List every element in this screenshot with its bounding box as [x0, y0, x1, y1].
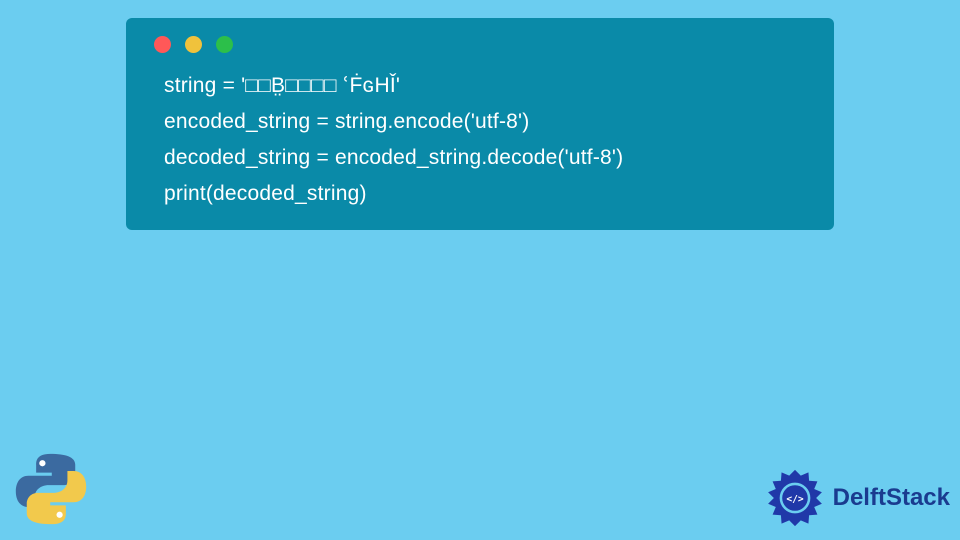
- python-logo-icon: [8, 446, 94, 532]
- code-line: decoded_string = encoded_string.decode('…: [164, 146, 806, 170]
- code-line: string = '□□B̤□□□□ ՙḞɢHǏ': [164, 73, 806, 98]
- delftstack-branding: </> DelftStack: [763, 466, 950, 530]
- delftstack-logo-icon: </>: [763, 466, 827, 530]
- window-traffic-lights: [154, 36, 806, 53]
- close-icon: [154, 36, 171, 53]
- code-line: encoded_string = string.encode('utf-8'): [164, 110, 806, 134]
- maximize-icon: [216, 36, 233, 53]
- code-line: print(decoded_string): [164, 182, 806, 206]
- brand-name: DelftStack: [833, 484, 950, 512]
- svg-text:</>: </>: [786, 494, 804, 505]
- code-snippet-card: string = '□□B̤□□□□ ՙḞɢHǏ' encoded_string…: [126, 18, 834, 230]
- code-block: string = '□□B̤□□□□ ՙḞɢHǏ' encoded_string…: [154, 73, 806, 206]
- minimize-icon: [185, 36, 202, 53]
